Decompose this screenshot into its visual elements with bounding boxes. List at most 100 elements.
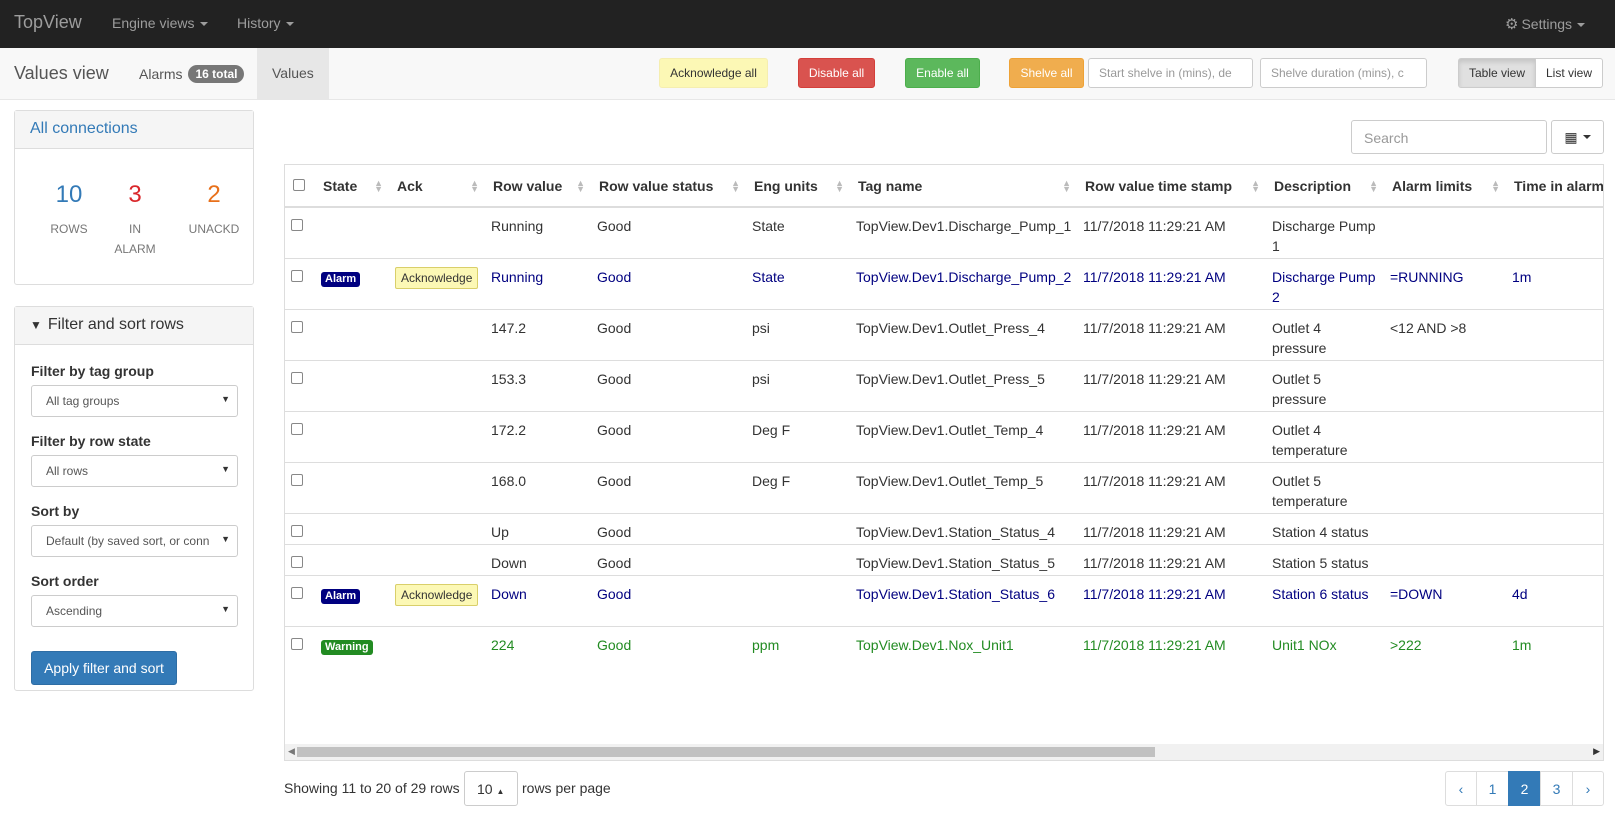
- table-row[interactable]: Alarm Acknowledge Down Good TopView.Dev1.Sta…: [285, 574, 1603, 626]
- table-row[interactable]: Running Good State TopView.Dev1.Discharge_P…: [285, 206, 1603, 258]
- disable-all-button[interactable]: Disable all: [798, 58, 875, 88]
- next-page-button[interactable]: ›: [1572, 771, 1604, 806]
- row-value-status-cell: Good: [591, 206, 746, 258]
- sort-icon: ▲ ▼: [1369, 178, 1378, 194]
- unackd-count: 2: [207, 181, 221, 208]
- description-cell: Outlet 5 pressure: [1266, 359, 1384, 411]
- row-checkbox[interactable]: [291, 524, 303, 537]
- row-checkbox[interactable]: [291, 371, 303, 384]
- start-shelve-input[interactable]: Start shelve in (mins), de: [1088, 58, 1253, 88]
- table-row[interactable]: Alarm Acknowledge Running Good State TopView.…: [285, 257, 1603, 309]
- list-view-toggle[interactable]: List view: [1535, 58, 1603, 88]
- column-header-row-value-time-stamp[interactable]: Row value time stamp ▲ ▼: [1077, 165, 1266, 208]
- apply-filter-button[interactable]: Apply filter and sort: [31, 651, 177, 685]
- column-header-state[interactable]: State ▲ ▼: [315, 165, 389, 208]
- rows-per-page-select[interactable]: 10 ▲: [464, 771, 518, 806]
- state-cell: Warning: [315, 625, 389, 677]
- all-connections-link[interactable]: All connections: [15, 111, 253, 149]
- connections-panel: All connections 10 ROWS 3 IN ALARM 2 UNAC…: [14, 110, 254, 285]
- table-row[interactable]: Up Good TopView.Dev1.Station_Status_4 11/7/…: [285, 512, 1603, 544]
- shelve-duration-input[interactable]: Shelve duration (mins), c: [1260, 58, 1427, 88]
- sort-by-select[interactable]: Default (by saved sort, or conn ▼: [31, 525, 238, 557]
- row-value-cell: Down: [485, 543, 591, 575]
- scroll-right-icon[interactable]: ▶: [1593, 746, 1600, 757]
- acknowledge-button[interactable]: Acknowledge: [395, 266, 479, 289]
- shelve-all-button[interactable]: Shelve all: [1009, 58, 1084, 88]
- column-header-tag-name[interactable]: Tag name ▲ ▼: [850, 165, 1077, 208]
- settings-menu[interactable]: ⚙ Settings: [1505, 15, 1586, 33]
- sort-icon: ▲ ▼: [576, 178, 585, 194]
- tab-alarms[interactable]: Alarms 16 total: [139, 65, 245, 83]
- column-header-row-value[interactable]: Row value ▲ ▼: [485, 165, 591, 208]
- row-value-cell: Down: [485, 574, 591, 626]
- column-header-label: Alarm limits: [1392, 177, 1473, 194]
- select-all-checkbox[interactable]: [293, 179, 305, 191]
- prev-page-button[interactable]: ‹: [1445, 771, 1477, 806]
- filter-panel-header[interactable]: ▼ Filter and sort rows: [15, 307, 253, 345]
- table-row[interactable]: 147.2 Good psi TopView.Dev1.Outlet_Press_4 1…: [285, 308, 1603, 360]
- tab-values[interactable]: Values: [257, 48, 329, 99]
- tag-name-cell: TopView.Dev1.Outlet_Press_5: [850, 359, 1077, 411]
- row-checkbox[interactable]: [291, 320, 303, 333]
- table-row[interactable]: Warning 224 Good ppm TopView.Dev1.Nox_Unit1 1…: [285, 625, 1603, 677]
- row-select-cell[interactable]: [285, 359, 315, 411]
- alarm-limits-cell: [1384, 461, 1506, 513]
- alarm-limits-cell: >222: [1384, 625, 1506, 677]
- row-value-status-cell: Good: [591, 574, 746, 626]
- table-row[interactable]: Down Good TopView.Dev1.Station_Status_5 11/…: [285, 543, 1603, 575]
- column-header-time-in-alarm[interactable]: Time in alarm: [1506, 165, 1603, 208]
- page-button-3[interactable]: 3: [1540, 771, 1573, 806]
- row-checkbox[interactable]: [291, 422, 303, 435]
- row-select-cell[interactable]: [285, 461, 315, 513]
- table-row[interactable]: 172.2 Good Deg F TopView.Dev1.Outlet_Temp_4…: [285, 410, 1603, 462]
- sort-order-select[interactable]: Ascending ▼: [31, 595, 238, 627]
- page-button-1[interactable]: 1: [1476, 771, 1509, 806]
- acknowledge-all-button[interactable]: Acknowledge all: [659, 58, 768, 88]
- tag-group-select[interactable]: All tag groups ▼: [31, 385, 238, 417]
- state-label: Warning: [321, 639, 373, 655]
- ack-cell: [389, 625, 485, 677]
- sort-icon: ▲ ▼: [374, 178, 383, 194]
- column-header-eng-units[interactable]: Eng units ▲ ▼: [746, 165, 850, 208]
- search-input[interactable]: Search: [1351, 120, 1547, 154]
- row-select-cell[interactable]: [285, 257, 315, 309]
- enable-all-button[interactable]: Enable all: [905, 58, 980, 88]
- column-header-ack[interactable]: Ack ▲ ▼: [389, 165, 485, 208]
- column-header-alarm-limits[interactable]: Alarm limits ▲ ▼: [1384, 165, 1506, 208]
- timestamp-cell: 11/7/2018 11:29:21 AM: [1077, 625, 1266, 677]
- eng-units-cell: Deg F: [746, 410, 850, 462]
- columns-toggle-button[interactable]: ▦: [1551, 120, 1604, 154]
- scroll-left-icon[interactable]: ◀: [288, 746, 295, 757]
- row-checkbox[interactable]: [291, 637, 303, 650]
- row-checkbox[interactable]: [291, 586, 303, 599]
- history-menu[interactable]: History: [237, 15, 294, 31]
- table-row[interactable]: 168.0 Good Deg F TopView.Dev1.Outlet_Temp_5…: [285, 461, 1603, 513]
- column-header-description[interactable]: Description ▲ ▼: [1266, 165, 1384, 208]
- row-checkbox[interactable]: [291, 219, 303, 231]
- engine-views-menu[interactable]: Engine views: [112, 15, 208, 31]
- column-header-row-value-status[interactable]: Row value status ▲ ▼: [591, 165, 746, 208]
- row-select-cell[interactable]: [285, 206, 315, 258]
- row-checkbox[interactable]: [291, 555, 303, 568]
- row-select-cell[interactable]: [285, 543, 315, 575]
- row-select-cell[interactable]: [285, 512, 315, 544]
- chevron-down-icon: ▼: [30, 318, 42, 332]
- row-checkbox[interactable]: [291, 473, 303, 486]
- row-select-cell[interactable]: [285, 308, 315, 360]
- brand-logo[interactable]: TopView: [14, 12, 82, 33]
- eng-units-cell: [746, 512, 850, 544]
- horizontal-scrollbar[interactable]: ◀ ▶: [285, 744, 1603, 760]
- row-checkbox[interactable]: [291, 269, 303, 282]
- row-select-cell[interactable]: [285, 410, 315, 462]
- eng-units-cell: [746, 543, 850, 575]
- row-select-cell[interactable]: [285, 625, 315, 677]
- row-select-cell[interactable]: [285, 574, 315, 626]
- table-row[interactable]: 153.3 Good psi TopView.Dev1.Outlet_Press_5 1…: [285, 359, 1603, 411]
- row-state-select[interactable]: All rows ▼: [31, 455, 238, 487]
- scrollbar-thumb[interactable]: [297, 747, 1155, 757]
- table-view-toggle[interactable]: Table view: [1458, 58, 1536, 88]
- acknowledge-button[interactable]: Acknowledge: [395, 583, 479, 606]
- page-button-2[interactable]: 2: [1508, 771, 1541, 806]
- row-value-status-cell: Good: [591, 257, 746, 309]
- select-all-header[interactable]: [285, 165, 315, 208]
